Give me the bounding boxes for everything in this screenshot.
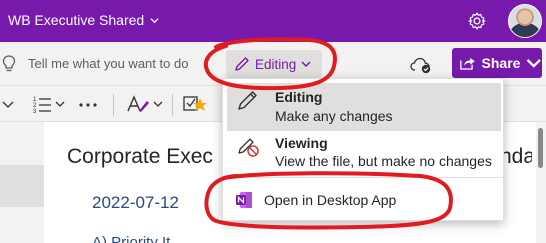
open-desktop-label: Open in Desktop App — [264, 192, 397, 208]
page-list-gutter — [0, 122, 44, 243]
title-bar: WB Executive Shared — [0, 0, 546, 42]
page-title-tail: nda — [500, 145, 532, 168]
notebook-switcher[interactable]: WB Executive Shared — [8, 12, 159, 28]
tell-me-search[interactable]: Tell me what you want to do — [28, 56, 188, 71]
notebook-name: WB Executive Shared — [8, 12, 145, 28]
menu-item-title: Editing — [275, 89, 323, 105]
gear-icon[interactable] — [467, 11, 487, 31]
menu-item-description: Make any changes — [275, 108, 393, 124]
share-icon — [460, 57, 475, 70]
menu-item-description: View the file, but make no changes — [275, 153, 492, 169]
menu-item-viewing[interactable]: Viewing View the file, but make no chang… — [227, 131, 501, 175]
numbered-list-icon[interactable]: 1 2 3 — [33, 95, 71, 113]
menu-item-title: Viewing — [275, 135, 328, 151]
lightbulb-icon — [2, 55, 16, 72]
chevron-down-icon — [301, 61, 311, 68]
menu-item-editing[interactable]: Editing Make any changes — [227, 83, 501, 131]
no-edit-icon — [238, 138, 259, 157]
open-in-desktop-app[interactable]: Open in Desktop App — [227, 183, 501, 217]
chevron-down-icon — [527, 59, 542, 68]
selected-page-marker[interactable] — [0, 165, 44, 207]
outline-item[interactable]: A) Priority It — [92, 234, 170, 243]
pencil-icon — [238, 91, 257, 110]
share-label: Share — [481, 55, 521, 71]
svg-text:3: 3 — [33, 109, 37, 113]
user-avatar[interactable] — [508, 4, 542, 38]
mode-button-label: Editing — [255, 56, 297, 72]
cloud-sync-icon[interactable] — [410, 56, 432, 74]
scrollbar-thumb[interactable] — [538, 128, 543, 168]
mode-dropdown-button[interactable]: Editing — [226, 50, 322, 78]
more-options-icon[interactable] — [78, 95, 98, 113]
pencil-icon — [235, 57, 249, 71]
chevron-down-icon — [150, 17, 159, 23]
toolbar-divider — [113, 94, 114, 116]
page-title-text: Corporate Exec — [67, 145, 213, 168]
toolbar-divider — [172, 94, 173, 116]
menu-divider — [223, 177, 505, 178]
chevron-down-icon[interactable] — [0, 95, 16, 113]
onenote-icon — [236, 192, 252, 208]
share-button[interactable]: Share — [452, 48, 542, 78]
vertical-scrollbar[interactable] — [536, 122, 546, 243]
tag-checkbox-icon[interactable] — [183, 95, 223, 113]
mode-dropdown-menu: Editing Make any changes Viewing View th… — [222, 78, 505, 221]
page-date[interactable]: 2022-07-12 — [92, 193, 179, 213]
text-style-icon[interactable] — [126, 95, 166, 113]
